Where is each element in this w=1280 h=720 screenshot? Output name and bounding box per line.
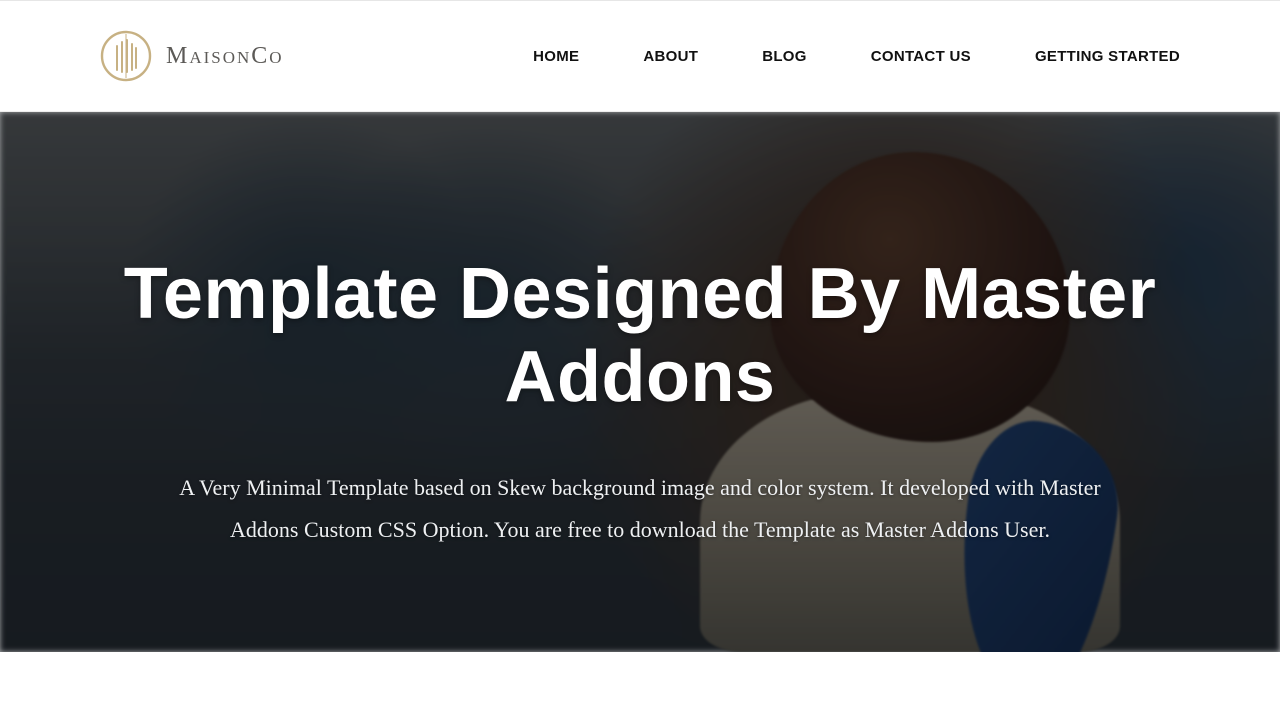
hero-title: Template Designed By Master Addons [120,253,1160,419]
nav-blog[interactable]: BLOG [762,48,807,65]
site-header: MaisonCo HOME ABOUT BLOG CONTACT US GETT… [0,0,1280,112]
brand-logo[interactable]: MaisonCo [100,30,284,82]
primary-nav: HOME ABOUT BLOG CONTACT US GETTING START… [533,48,1180,65]
nav-about[interactable]: ABOUT [643,48,698,65]
hero-subtitle: A Very Minimal Template based on Skew ba… [145,467,1135,551]
hero-content: Template Designed By Master Addons A Ver… [120,213,1160,550]
nav-contact-us[interactable]: CONTACT US [871,48,971,65]
nav-home[interactable]: HOME [533,48,579,65]
hero-section: Template Designed By Master Addons A Ver… [0,112,1280,652]
below-hero-spacer [0,652,1280,720]
brand-mark-icon [100,30,152,82]
nav-getting-started[interactable]: GETTING STARTED [1035,48,1180,65]
brand-name: MaisonCo [166,43,284,70]
